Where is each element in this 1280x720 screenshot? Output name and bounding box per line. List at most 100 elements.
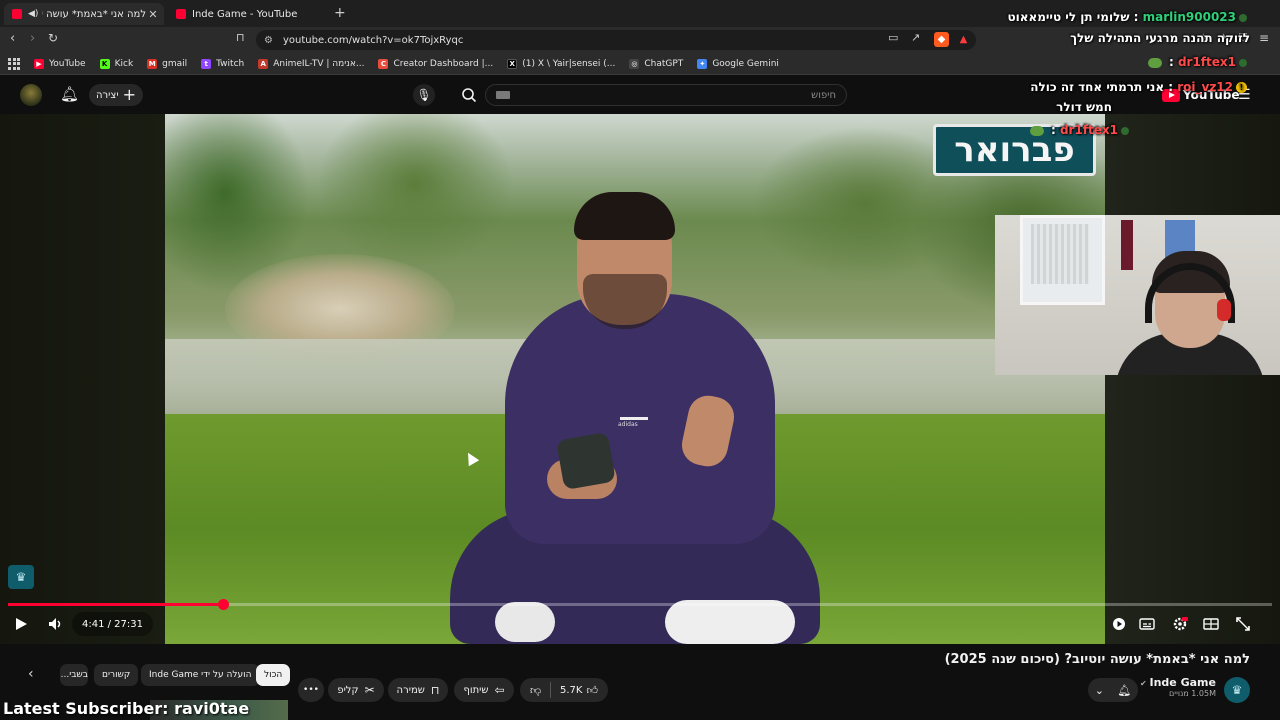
presenter-hair	[574, 192, 675, 240]
like-divider	[550, 682, 552, 698]
speaker-icon[interactable]: ◀)	[28, 9, 38, 19]
like-button[interactable]: 5.7K 👍︎	[560, 684, 598, 697]
channel-watermark-icon[interactable]: ♛	[8, 565, 34, 589]
play-icon	[16, 618, 27, 630]
video-title: למה אני *באמת* עושה יוטיוב? (סיכום שנה 2…	[944, 652, 1250, 667]
presenter-phone	[556, 431, 616, 491]
chat-badge-icon	[1239, 13, 1247, 22]
bookmark-icon[interactable]: ⊓	[236, 31, 245, 44]
bookmark-kick[interactable]: K Kick	[99, 58, 133, 69]
chip-label: בשבי...	[60, 670, 88, 680]
webcam-window	[1020, 215, 1105, 305]
share-button[interactable]: שיתוף ⇦	[454, 678, 514, 702]
chat-username: marlin900023	[1142, 10, 1236, 24]
more-icon: •••	[303, 685, 319, 695]
chip-label: הכול	[264, 670, 283, 680]
volume-button[interactable]	[45, 614, 65, 634]
tab-close-icon[interactable]: ✕	[146, 8, 160, 21]
bookmark-gmail[interactable]: Mgmail	[147, 58, 187, 69]
chevron-down-icon: ⌄	[1094, 683, 1104, 697]
clip-label: קליפ	[337, 684, 359, 696]
scissors-icon: ✂	[364, 683, 375, 697]
bookmark-save-icon: ⊓	[430, 683, 440, 697]
like-count: 5.7K	[560, 684, 583, 696]
settings-button[interactable]	[1170, 614, 1190, 634]
miniplayer-button[interactable]	[1201, 614, 1221, 634]
forward-icon[interactable]: ›	[30, 31, 35, 46]
channel-name-row: ✔ Inde Game	[1140, 676, 1216, 689]
chip-uploaded-by[interactable]: הועלה על ידי Inde Game	[141, 664, 260, 686]
subtitles-icon	[1139, 618, 1155, 630]
channel-name: Inde Game	[1149, 676, 1216, 689]
kick-bookmark-icon: K	[99, 58, 110, 69]
gear-icon	[1173, 617, 1188, 631]
chip-all[interactable]: הכול	[256, 664, 291, 686]
clip-button[interactable]: קליפ ✂	[328, 678, 384, 702]
subscribed-notifications-button[interactable]: ⌄ 🔔︎	[1088, 678, 1138, 702]
fullscreen-button[interactable]	[1233, 614, 1253, 634]
account-avatar[interactable]	[20, 84, 42, 106]
miniplayer-icon	[1203, 618, 1219, 630]
time-text: 4:41 / 27:31	[82, 618, 144, 630]
warning-badge-icon: !	[1236, 82, 1247, 93]
webcam-poster	[1121, 220, 1133, 270]
tab-title: למה אני *באמת* עושה יוטיוב?	[42, 8, 146, 20]
like-icon: 👍︎	[586, 683, 598, 697]
chip-label: הועלה על ידי Inde Game	[149, 670, 252, 680]
channel-subscriber-count: 1.05M מנויים	[1169, 689, 1216, 698]
fullscreen-icon	[1236, 617, 1250, 631]
chat-message: לזוקה תהנה מרגעי התהילה שלך	[250, 31, 1250, 45]
notification-bell-icon: 🔔︎	[1117, 683, 1132, 697]
streamer-webcam	[995, 215, 1280, 375]
adidas-logo	[618, 404, 648, 428]
share-label: שיתוף	[463, 684, 489, 696]
play-button[interactable]	[11, 614, 31, 634]
autoplay-toggle[interactable]	[1109, 614, 1129, 634]
volume-icon	[49, 618, 61, 630]
apps-grid-icon[interactable]	[8, 57, 20, 70]
chat-username: dr1ftex1	[1059, 123, 1118, 137]
twitch-bookmark-icon: t	[201, 58, 212, 69]
dislike-button[interactable]: 👎︎	[530, 684, 541, 697]
pepe-emote-icon	[1029, 125, 1044, 136]
tab-active-video[interactable]: ◀) למה אני *באמת* עושה יוטיוב? ✕	[4, 3, 164, 25]
channel-info[interactable]: ✔ Inde Game 1.05M מנויים	[1140, 676, 1216, 698]
chips-prev-icon[interactable]: ‹	[28, 666, 34, 682]
video-frame[interactable]: פברואר	[165, 114, 1105, 644]
video-player[interactable]: פברואר ♛	[0, 114, 1280, 644]
verified-icon: ✔	[1140, 679, 1150, 688]
back-icon[interactable]: ‹	[10, 31, 15, 46]
reload-icon[interactable]: ↻	[48, 31, 58, 45]
save-label: שמירה	[396, 684, 425, 696]
headset-earcup	[1217, 299, 1231, 321]
chat-message: !roi_vz12 : אני תרמתי אחד זה כולה	[250, 80, 1250, 94]
channel-avatar[interactable]: ♛	[1224, 677, 1250, 703]
chip-related-topic[interactable]: בשבי...	[60, 664, 88, 686]
subtitles-button[interactable]	[1137, 614, 1157, 634]
notifications-bell-icon[interactable]: 🔔︎	[60, 85, 79, 103]
progress-fill	[8, 603, 223, 606]
chat-username: roi_vz12	[1177, 80, 1233, 94]
progress-scrubber[interactable]	[218, 599, 229, 610]
chat-message: marlin900023 : שלומי תן לי טיימאאוט	[250, 10, 1250, 24]
pepe-emote-icon	[1147, 57, 1162, 68]
chat-message: חמש דולר	[112, 100, 1112, 114]
share-icon: ⇦	[494, 683, 505, 697]
chat-text: חמש דולר	[1056, 100, 1112, 114]
more-actions-button[interactable]: •••	[298, 678, 324, 702]
save-button[interactable]: שמירה ⊓	[388, 678, 448, 702]
chat-text: לזוקה תהנה מרגעי התהילה שלך	[1070, 31, 1250, 45]
bookmark-twitch[interactable]: t Twitch	[201, 58, 244, 69]
chat-message: dr1ftex1 :	[132, 123, 1132, 137]
chat-text: אני תרמתי אחד זה כולה	[1030, 80, 1165, 94]
bookmark-youtube[interactable]: ▶ YouTube	[34, 58, 86, 69]
chip-label: קשורים	[102, 670, 131, 680]
chat-message: dr1ftex1 :	[250, 55, 1250, 69]
progress-bar[interactable]	[8, 599, 1272, 610]
chat-badge-icon	[1121, 126, 1129, 135]
menu-icon[interactable]: ≡	[1259, 31, 1269, 45]
like-dislike-group: 👎︎ 5.7K 👍︎	[520, 678, 608, 702]
youtube-bookmark-icon: ▶	[34, 58, 44, 69]
chat-text: שלומי תן לי טיימאאוט	[1007, 10, 1130, 24]
chip-related[interactable]: קשורים	[94, 664, 139, 686]
